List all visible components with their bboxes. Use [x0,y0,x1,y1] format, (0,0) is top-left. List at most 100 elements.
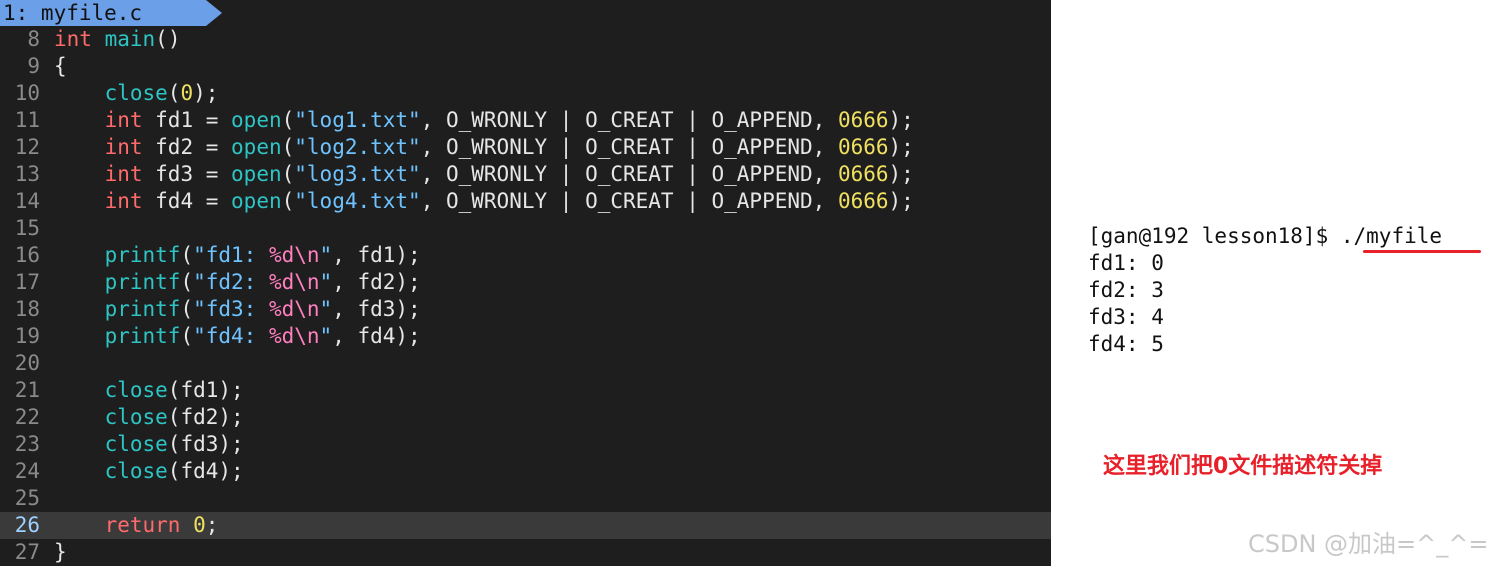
token-function: open [231,108,282,132]
line-number: 8 [27,27,40,51]
token: (fd2); [167,405,244,429]
line-number: 22 [14,405,40,429]
output-line: fd2: 3 [1088,278,1164,302]
token: ( [180,297,194,321]
token: ( [167,81,181,105]
token: , O_WRONLY | O_CREAT | O_APPEND, [420,135,838,159]
token-string: "fd1: [193,243,269,267]
code-line: 22 close(fd2); [0,404,1051,431]
token-format: %d\n [268,270,320,294]
line-number: 23 [14,432,40,456]
token: , fd1); [332,243,421,267]
token-function: printf [104,324,181,348]
token-number: 0666 [837,189,889,213]
token-format: %d\n [268,297,320,321]
token: fd3 = [142,162,232,186]
token-function: close [104,81,168,105]
terminal-output: [gan@192 lesson18]$ ./myfile fd1: 0 fd2: 3… [1088,223,1442,358]
line-number: 16 [14,243,40,267]
token-string: "log3.txt" [294,162,421,186]
token-keyword: return [104,513,181,537]
token: (fd3); [167,432,244,456]
code-area[interactable]: 8 int main() 9{ 10 close(0); 11 int fd1 =… [0,26,1051,566]
token-number: 0 [193,513,206,537]
token-format: %d\n [268,243,320,267]
token-function: close [104,405,168,429]
token-keyword: int [104,189,143,213]
code-line: 27} [0,539,1051,566]
line-number: 26 [14,513,40,537]
token-string: "log1.txt" [294,108,421,132]
token: ); [888,162,914,186]
line-number: 25 [14,486,40,510]
token-number: 0 [180,81,194,105]
command-underline [1363,250,1481,253]
token: ); [193,81,219,105]
token: , fd4); [332,324,421,348]
token: ( [281,108,295,132]
code-line: 20 [0,350,1051,377]
line-number: 18 [14,297,40,321]
token-number: 0666 [837,135,889,159]
token: ( [281,189,295,213]
tab-myfile[interactable]: 1: myfile.c [0,0,206,26]
token: ( [281,135,295,159]
token: , O_WRONLY | O_CREAT | O_APPEND, [420,189,838,213]
token: () [155,27,181,51]
token: , O_WRONLY | O_CREAT | O_APPEND, [420,162,838,186]
line-number: 11 [14,108,40,132]
line-number: 14 [14,189,40,213]
tab-arrow-icon [206,0,222,26]
token-string: " [319,324,333,348]
token-function: printf [104,297,181,321]
shell-prompt: [gan@192 lesson18]$ [1088,224,1341,248]
code-line-current: 26 return 0; [0,512,1051,539]
code-line: 21 close(fd1); [0,377,1051,404]
token: , fd2); [332,270,421,294]
code-line: 13 int fd3 = open("log3.txt", O_WRONLY |… [0,161,1051,188]
token-string: "fd4: [193,324,269,348]
token: fd1 = [142,108,232,132]
code-line: 18 printf("fd3: %d\n", fd3); [0,296,1051,323]
terminal-command-line: [gan@192 lesson18]$ ./myfile [1088,223,1442,250]
token-keyword: int [104,135,143,159]
token-function: close [104,459,168,483]
line-number: 21 [14,378,40,402]
code-line: 11 int fd1 = open("log1.txt", O_WRONLY |… [0,107,1051,134]
line-number: 24 [14,459,40,483]
annotation-note: 这里我们把0文件描述符关掉 [1103,454,1383,479]
token-string: " [319,243,333,267]
token: ( [180,324,194,348]
token-keyword: int [54,27,92,51]
token: (fd1); [167,378,244,402]
token-string: "fd3: [193,297,269,321]
token-string: " [319,270,333,294]
token-keyword: int [104,108,143,132]
token-keyword: int [104,162,143,186]
code-editor[interactable]: 1: myfile.c 8 int main() 9{ 10 close(0); … [0,0,1051,566]
token: ); [888,135,914,159]
token-function: main [104,27,156,51]
output-line: fd4: 5 [1088,332,1164,356]
token-format: %d\n [268,324,320,348]
token-function: close [104,378,168,402]
token-function: open [231,135,282,159]
token: ( [180,270,194,294]
token: } [54,540,67,564]
code-line: 17 printf("fd2: %d\n", fd2); [0,269,1051,296]
code-line: 12 int fd2 = open("log2.txt", O_WRONLY |… [0,134,1051,161]
output-line: fd3: 4 [1088,305,1164,329]
line-number: 20 [14,351,40,375]
token-function: open [231,162,282,186]
